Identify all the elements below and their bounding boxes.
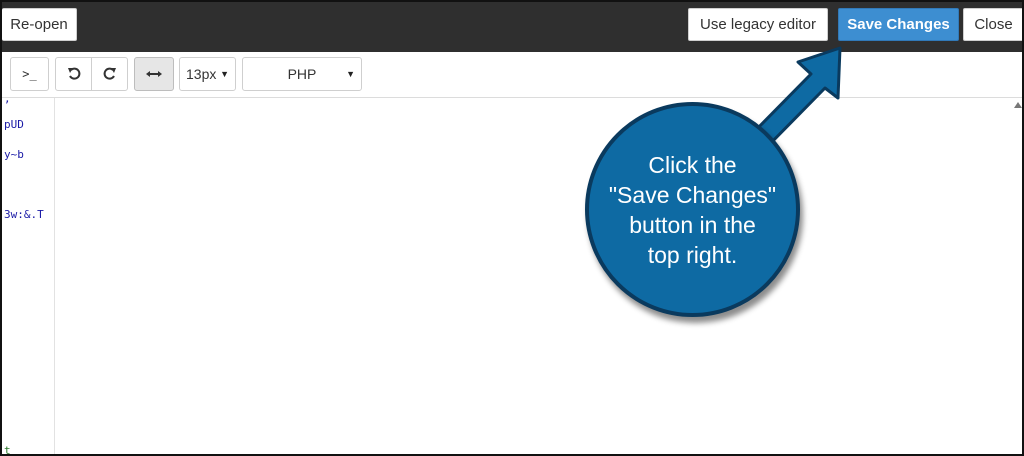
wrap-icon: [146, 71, 162, 77]
gutter-line: t: [4, 444, 11, 456]
callout-line: button in the: [629, 211, 756, 238]
chevron-down-icon: ▼: [220, 69, 229, 79]
use-legacy-editor-button[interactable]: Use legacy editor: [688, 8, 828, 41]
undo-button[interactable]: [55, 57, 92, 91]
language-select[interactable]: PHP ▼: [242, 57, 362, 91]
callout-line: Click the: [648, 151, 737, 178]
vertical-scrollbar[interactable]: [1012, 98, 1022, 454]
reopen-button[interactable]: Re-open: [2, 8, 77, 41]
redo-icon: [103, 67, 116, 80]
code-editor[interactable]: , pUD y~b 3w:&.T t: [2, 92, 1022, 456]
chevron-down-icon: ▼: [346, 69, 355, 79]
scroll-up-icon[interactable]: [1014, 102, 1022, 108]
undo-icon: [67, 67, 80, 80]
gutter-line: 3w:&.T: [4, 208, 44, 221]
gutter-line: y~b: [4, 148, 24, 161]
save-changes-button[interactable]: Save Changes: [838, 8, 959, 41]
toggle-wrap-button[interactable]: [134, 57, 174, 91]
redo-button[interactable]: [91, 57, 128, 91]
close-button[interactable]: Close: [963, 8, 1022, 41]
terminal-button[interactable]: >_: [10, 57, 49, 91]
terminal-icon: >_: [22, 67, 37, 81]
callout-line: "Save Changes": [608, 181, 777, 208]
gutter-line: pUD: [4, 118, 24, 131]
editor-window: Re-open Use legacy editor Save Changes C…: [0, 0, 1024, 456]
top-header-bar: Re-open Use legacy editor Save Changes C…: [2, 2, 1022, 52]
language-value: PHP: [287, 66, 317, 82]
font-size-value: 13px: [186, 66, 217, 82]
callout-line: top right.: [647, 241, 738, 268]
instruction-callout: Click the "Save Changes" button in the t…: [585, 102, 800, 317]
font-size-select[interactable]: 13px ▼: [179, 57, 236, 91]
editor-toolbar: >_ 13px ▼ PHP ▼: [2, 52, 1022, 98]
editor-gutter: , pUD y~b 3w:&.T t: [2, 92, 55, 456]
callout-text: Click the "Save Changes" button in the t…: [598, 150, 788, 270]
gutter-line: ,: [4, 92, 11, 105]
